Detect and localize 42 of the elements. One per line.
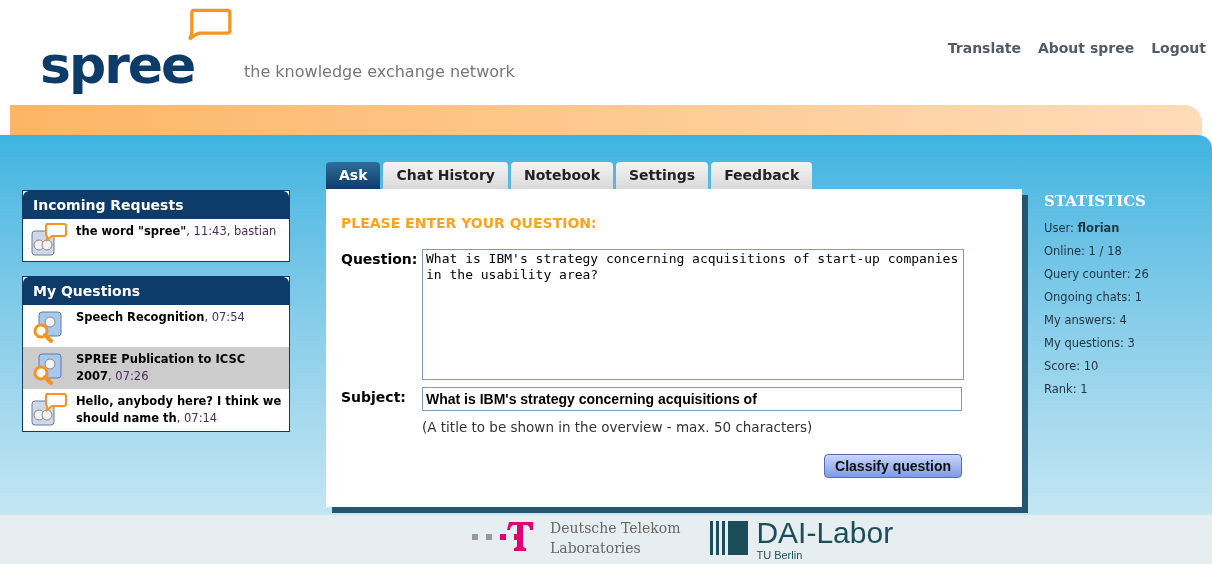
chat-user-icon (31, 393, 67, 427)
logo: spree (40, 34, 196, 96)
subject-hint: (A title to be shown in the overview - max. 50 characters) (422, 418, 814, 437)
item-text: Hello, anybody here? I think we should name th, 07:14 (76, 393, 283, 427)
statistic-row-text: Online: 1 / 18 (1044, 242, 1123, 260)
form-heading: PLEASE ENTER YOUR QUESTION: (341, 214, 598, 233)
header-link[interactable]: About spree (1037, 38, 1135, 59)
statistic-row-text: My answers: 4 (1044, 311, 1128, 329)
item-text: the word "spree", 11:43, bastian (76, 223, 277, 240)
panel-title: My Questions (23, 277, 289, 305)
statistic-row-text: Query counter: 26 (1044, 265, 1149, 283)
dai-subtitle: TU Berlin (756, 548, 804, 562)
statistic-row-text: Ongoing chats: 1 (1044, 288, 1144, 306)
telekom-subtitle: Laboratories (550, 539, 642, 558)
subject-label: Subject: (341, 388, 407, 407)
telekom-name: Deutsche Telekom (550, 519, 681, 538)
tab[interactable]: Notebook (510, 162, 614, 189)
subject-field[interactable]: What is IBM's strategy concerning acquisitions of (422, 387, 962, 411)
panel-title: Incoming Requests (23, 191, 289, 219)
dai-logo-icon (710, 521, 751, 555)
question-field[interactable]: What is IBM's strategy concerning acquisitions of start-up companies in the usability area? (422, 249, 964, 380)
tagline: the knowledge exchange network (244, 61, 515, 83)
user-search-icon (31, 309, 65, 343)
header-link[interactable]: Logout (1151, 38, 1206, 59)
tab[interactable]: Ask (326, 162, 381, 189)
item-text: SPREE Publication to ICSC 2007, 07:26 (76, 351, 247, 385)
tab[interactable]: Feedback (711, 162, 813, 189)
statistics-title: STATISTICS (1044, 191, 1147, 212)
question-label: Question: (341, 250, 419, 269)
statistic-row-text: User: florian (1044, 219, 1121, 237)
user-search-icon (31, 351, 65, 385)
list-item[interactable]: SPREE Publication to ICSC 2007, 07:26 (23, 347, 289, 389)
dai-name: DAI-Labor (756, 518, 894, 548)
statistic-row-text: Score: 10 (1044, 357, 1100, 375)
item-text: Speech Recognition, 07:54 (76, 309, 245, 326)
chat-user-icon (31, 223, 67, 257)
tab[interactable]: Chat History (383, 162, 508, 189)
statistic-row-text: My questions: 3 (1044, 334, 1136, 352)
tab[interactable]: Settings (616, 162, 709, 189)
header-link[interactable]: Translate (947, 38, 1021, 59)
classify-button[interactable]: Classify question (824, 454, 962, 479)
statistic-row-text: Rank: 1 (1044, 380, 1089, 398)
